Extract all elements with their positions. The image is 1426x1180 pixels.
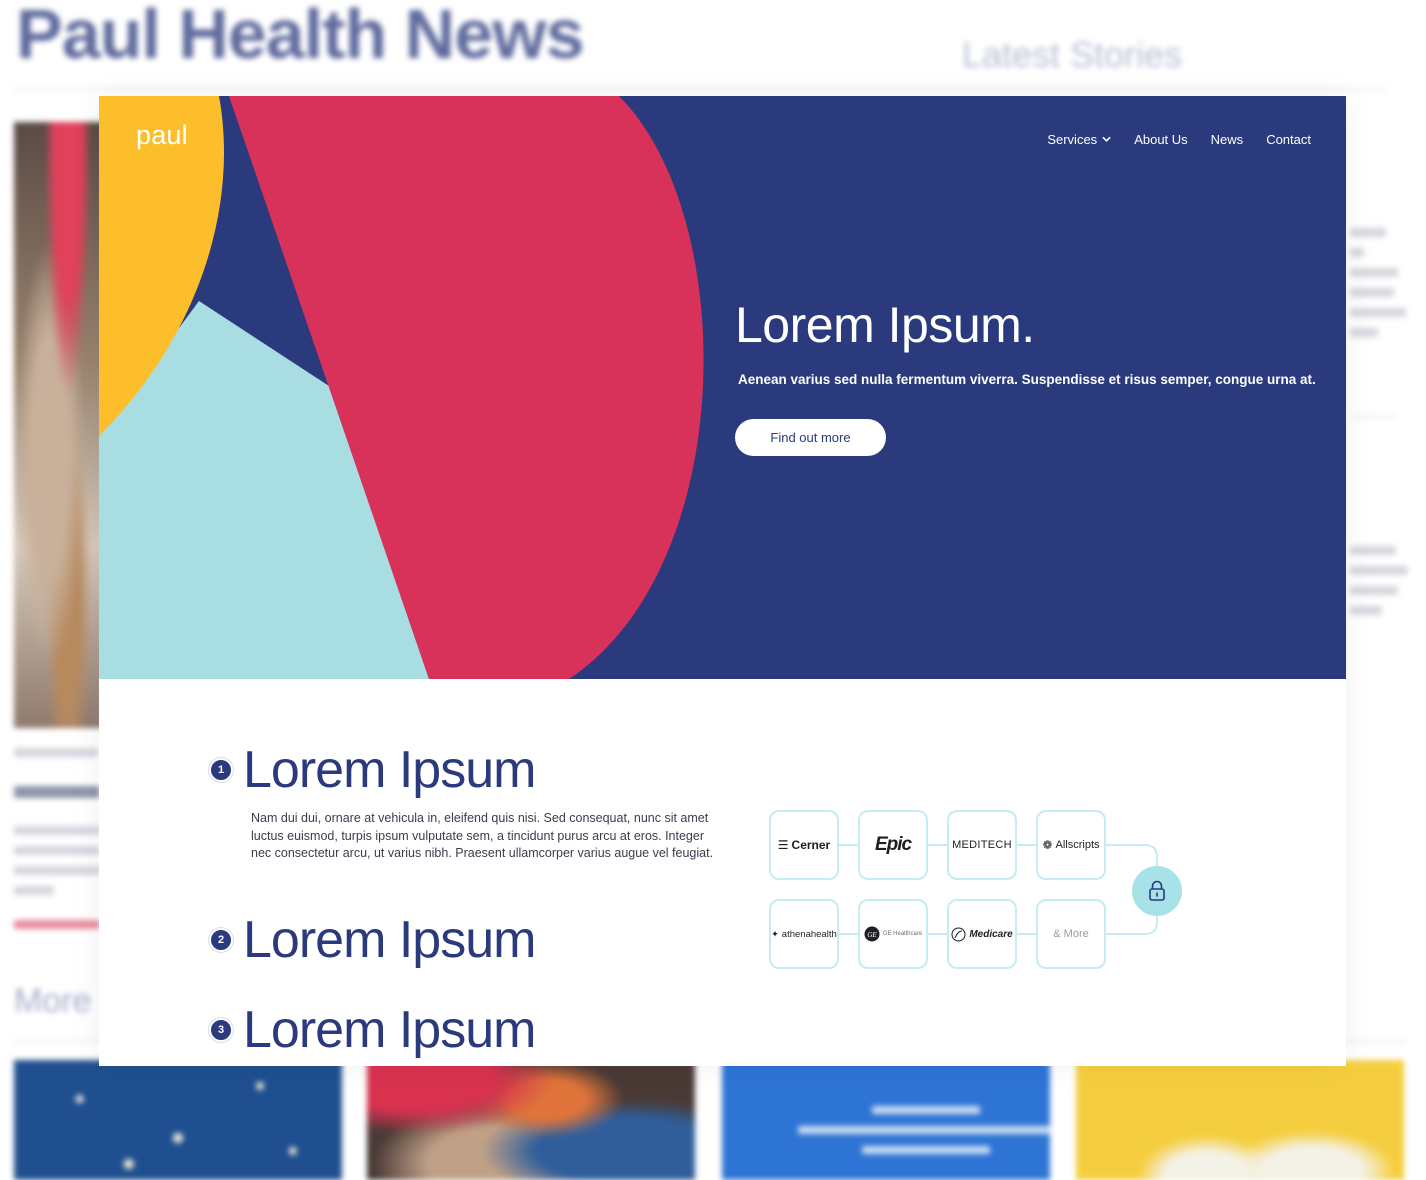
hero-title: Lorem Ipsum.	[735, 297, 1035, 353]
background-article-card	[367, 1060, 695, 1180]
step-number-badge: 2	[209, 928, 233, 952]
hero-illustration	[99, 96, 704, 679]
background-text-line	[1350, 566, 1408, 575]
background-text-line	[1350, 288, 1394, 297]
integration-label: athenahealth	[781, 928, 837, 940]
site-logo[interactable]: paul	[136, 120, 188, 151]
chevron-down-icon	[1102, 136, 1111, 142]
background-card-text	[862, 1146, 990, 1154]
background-more-heading: More	[14, 982, 92, 1020]
find-out-more-button[interactable]: Find out more	[735, 419, 886, 456]
step-title: Lorem Ipsum	[243, 1001, 536, 1059]
website-preview-card: paul Services About Us News Contact Lore…	[99, 96, 1346, 1066]
integration-tile-more: & More	[1036, 899, 1106, 969]
integration-tile-ge-healthcare: GE GE Healthcare	[858, 899, 928, 969]
allscripts-logo-icon: ❁	[1042, 838, 1053, 852]
background-read-more-link	[14, 920, 100, 929]
background-page-title: Paul Health News	[16, 0, 585, 73]
integration-label: & More	[1053, 928, 1089, 940]
background-text-line	[14, 826, 100, 835]
background-text-line	[14, 886, 54, 895]
background-article-card	[722, 1060, 1050, 1180]
nav-about-us[interactable]: About Us	[1134, 132, 1187, 147]
step-title: Lorem Ipsum	[243, 911, 536, 969]
integration-label: Epic	[874, 834, 912, 855]
integration-tile-medicare: Medicare	[947, 899, 1017, 969]
step-number-badge: 1	[209, 758, 233, 782]
background-text-line	[1350, 586, 1398, 595]
background-text-line	[1350, 546, 1396, 555]
nav-services-label: Services	[1047, 132, 1098, 147]
integration-label: GE Healthcare	[882, 931, 923, 937]
background-card-text	[798, 1126, 1050, 1134]
hero-section: paul Services About Us News Contact Lore…	[99, 96, 1346, 679]
integration-label: MEDITECH	[952, 839, 1012, 851]
background-text-line	[1350, 248, 1364, 257]
integration-label: Medicare	[969, 928, 1013, 940]
secure-hub	[1132, 866, 1182, 916]
hero-subtitle: Aenean varius sed nulla fermentum viverr…	[738, 372, 1316, 387]
medicare-logo-icon	[951, 927, 966, 941]
integrations-diagram: ☰ Cerner Epic MEDITECH ❁ Allscripts ✦ at…	[769, 808, 1189, 974]
athenahealth-logo-icon: ✦	[771, 928, 779, 939]
step-1-description: Nam dui dui, ornare at vehicula in, elei…	[251, 811, 714, 860]
background-text-line	[14, 786, 100, 798]
background-text-line	[1350, 308, 1406, 317]
integration-label: Allscripts	[1055, 839, 1100, 851]
svg-text:GE: GE	[867, 931, 877, 939]
background-divider	[14, 88, 1386, 90]
background-divider	[1350, 416, 1396, 418]
main-navigation: Services About Us News Contact	[1047, 132, 1311, 147]
background-text-line	[14, 866, 100, 875]
ge-logo-icon: GE	[864, 926, 880, 942]
background-text-line	[1350, 268, 1398, 277]
step-1-heading: 1 Lorem Ipsum	[209, 741, 536, 799]
nav-news[interactable]: News	[1211, 132, 1244, 147]
lock-icon	[1149, 880, 1165, 901]
integration-label: Cerner	[791, 838, 831, 852]
background-featured-image	[14, 122, 104, 728]
nav-contact[interactable]: Contact	[1266, 132, 1311, 147]
nav-services[interactable]: Services	[1047, 132, 1111, 147]
step-2-heading: 2 Lorem Ipsum	[209, 911, 536, 969]
step-title: Lorem Ipsum	[243, 741, 536, 799]
background-latest-stories-heading: Latest Stories	[962, 34, 1183, 75]
background-text-line	[1350, 606, 1382, 615]
background-text-line	[1350, 328, 1378, 337]
background-text-line	[1350, 228, 1386, 237]
step-3-heading: 3 Lorem Ipsum	[209, 1001, 536, 1059]
cerner-logo-icon: ☰	[777, 838, 789, 852]
background-article-card	[1076, 1060, 1404, 1180]
background-text-line	[14, 748, 98, 757]
background-card-text	[872, 1106, 980, 1114]
integration-tile-allscripts: ❁ Allscripts	[1036, 810, 1106, 880]
integration-tile-epic: Epic	[858, 810, 928, 880]
background-text-line	[14, 846, 100, 855]
integration-tile-meditech: MEDITECH	[947, 810, 1017, 880]
background-article-card	[14, 1060, 342, 1180]
integration-tile-cerner: ☰ Cerner	[769, 810, 839, 880]
step-number-badge: 3	[209, 1018, 233, 1042]
integration-tile-athenahealth: ✦ athenahealth	[769, 899, 839, 969]
